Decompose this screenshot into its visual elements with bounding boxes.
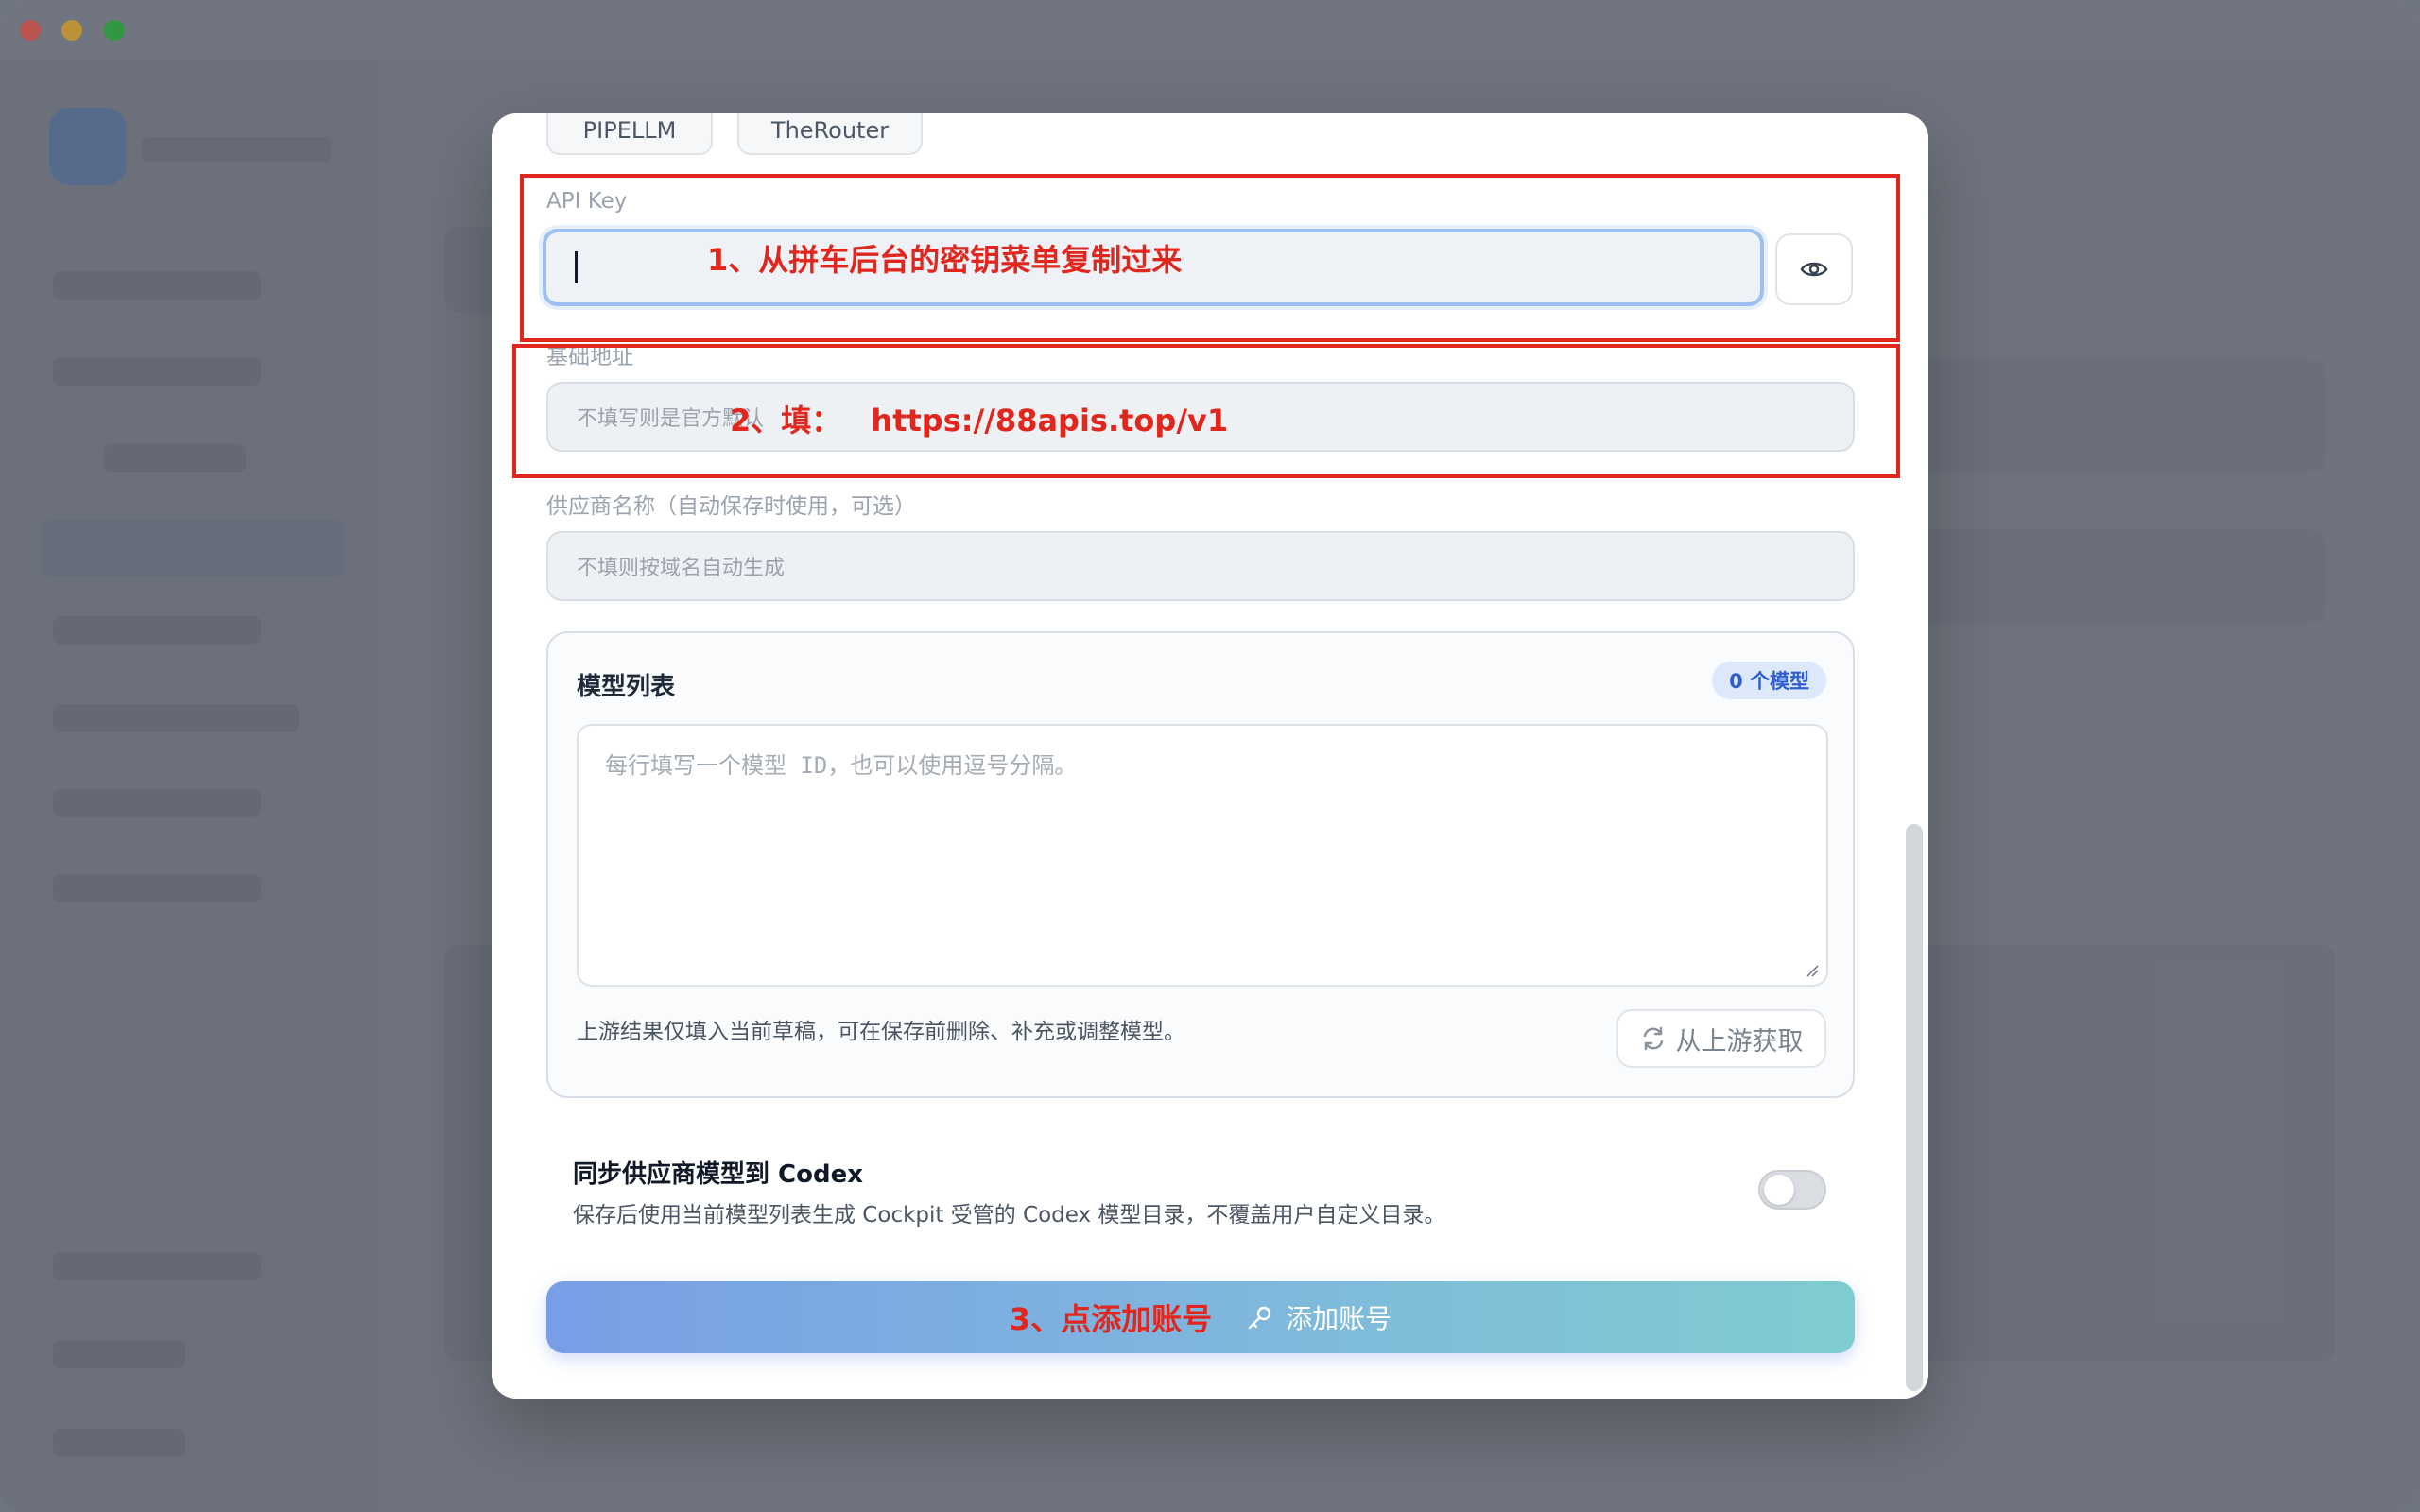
provider-name-label: 供应商名称（自动保存时使用，可选） bbox=[546, 494, 916, 519]
toggle-knob bbox=[1764, 1175, 1794, 1205]
model-list-title: 模型列表 bbox=[577, 673, 676, 701]
annotation-step-2: 2、填： https://88apis.top/v1 bbox=[730, 397, 1228, 440]
model-list-textarea[interactable]: 每行填写一个模型 ID，也可以使用逗号分隔。 bbox=[577, 724, 1828, 987]
annotation-step-2-prefix: 2、填： bbox=[730, 403, 842, 438]
provider-chip-pipellm[interactable]: PIPELLM bbox=[546, 113, 713, 155]
modal-scrollbar[interactable] bbox=[1906, 117, 1923, 1391]
model-list-hint: 上游结果仅填入当前草稿，可在保存前删除、补充或调整模型。 bbox=[577, 1020, 1185, 1044]
key-icon bbox=[1248, 1306, 1271, 1330]
sync-models-toggle[interactable] bbox=[1758, 1170, 1826, 1210]
provider-chip-therouter[interactable]: TheRouter bbox=[737, 113, 923, 155]
provider-name-input[interactable]: 不填则按域名自动生成 bbox=[546, 531, 1855, 601]
model-list-placeholder: 每行填写一个模型 ID，也可以使用逗号分隔。 bbox=[605, 752, 1078, 779]
scrollbar-thumb[interactable] bbox=[1906, 824, 1923, 1391]
fetch-upstream-button[interactable]: 从上游获取 bbox=[1616, 1009, 1826, 1068]
add-account-button-content: 添加账号 bbox=[1246, 1298, 1392, 1336]
annotation-step-3: 3、点添加账号 bbox=[1009, 1301, 1213, 1337]
sync-models-title: 同步供应商模型到 Codex bbox=[573, 1160, 864, 1189]
resize-grip-icon[interactable] bbox=[1804, 962, 1819, 977]
annotation-step-2-url: https://88apis.top/v1 bbox=[871, 403, 1229, 438]
refresh-icon bbox=[1643, 1026, 1663, 1051]
fetch-upstream-label: 从上游获取 bbox=[1675, 1026, 1804, 1057]
annotation-step-1: 1、从拼车后台的密钥菜单复制过来 bbox=[707, 242, 1183, 278]
add-account-button[interactable]: 3、点添加账号 添加账号 bbox=[546, 1281, 1855, 1353]
add-account-label: 添加账号 bbox=[1286, 1303, 1392, 1334]
provider-name-placeholder: 不填则按域名自动生成 bbox=[577, 557, 786, 580]
sync-models-description: 保存后使用当前模型列表生成 Cockpit 受管的 Codex 模型目录，不覆盖… bbox=[573, 1203, 1446, 1228]
add-account-dialog: PIPELLM TheRouter API Key 1、从拼车后台的密钥菜单复制… bbox=[492, 113, 1928, 1399]
model-list-panel: 模型列表 0 个模型 每行填写一个模型 ID，也可以使用逗号分隔。 上游结果仅填… bbox=[546, 631, 1855, 1098]
model-count-badge: 0 个模型 bbox=[1712, 662, 1826, 699]
